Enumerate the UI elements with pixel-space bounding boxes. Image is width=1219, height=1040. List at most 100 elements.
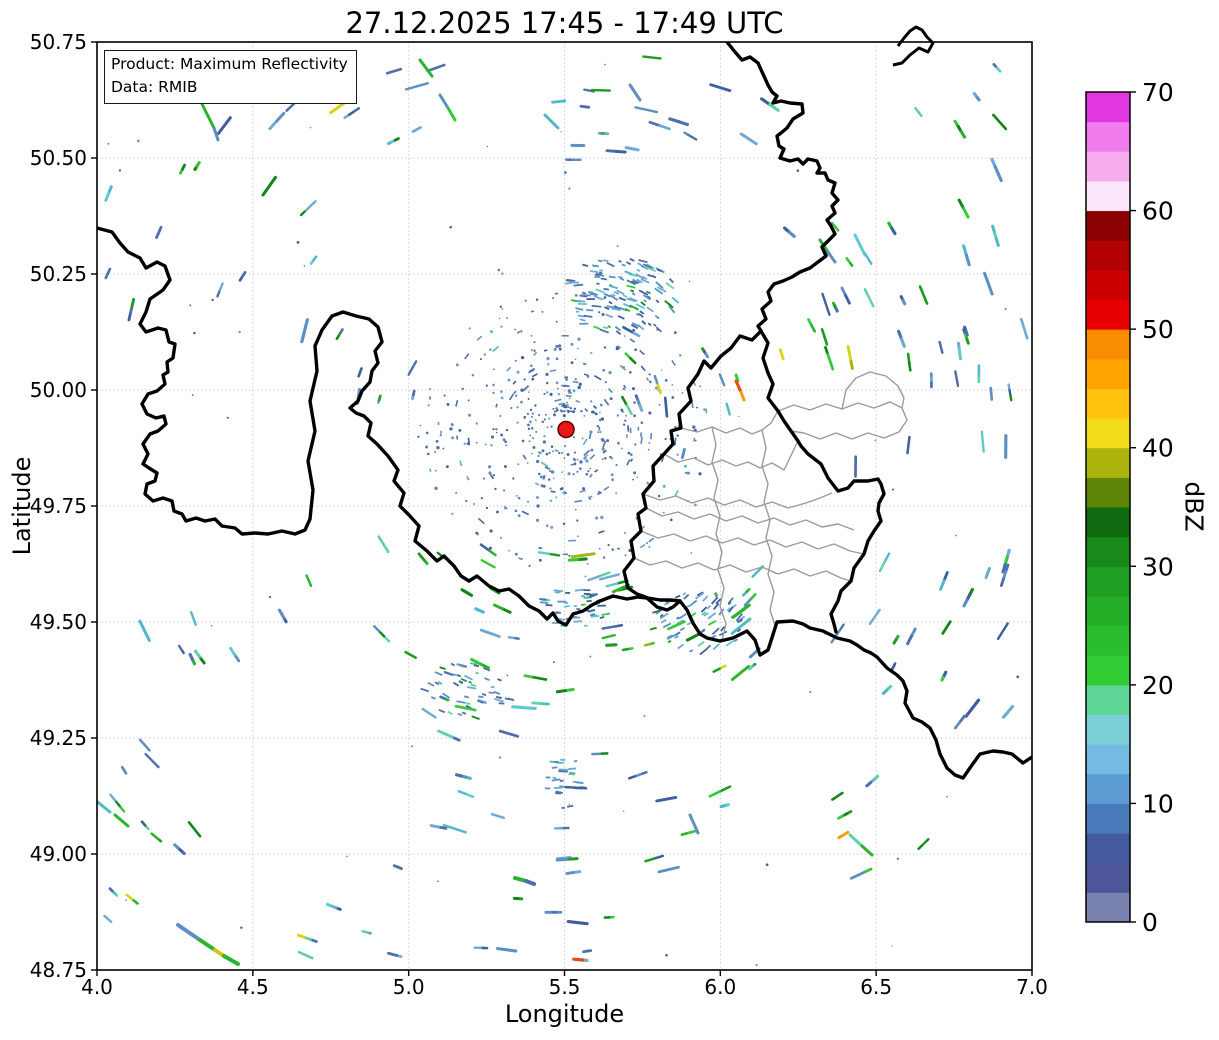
echo-streak: [496, 947, 518, 953]
speck: [665, 953, 668, 957]
echo-streak: [964, 329, 969, 337]
clutter-dot: [451, 436, 455, 440]
clutter-dot: [584, 575, 587, 578]
clutter-dash: [639, 543, 646, 549]
clutter-dot: [417, 435, 420, 438]
colorbar-tick-label: 40: [1142, 434, 1174, 463]
clutter-dot: [507, 378, 511, 382]
clutter-dot: [504, 465, 507, 468]
clutter-dash: [534, 482, 540, 486]
echo-streak: [980, 430, 984, 443]
colorbar-tick-label: 60: [1142, 197, 1174, 226]
clutter-dot: [574, 508, 577, 511]
echo-streak: [480, 559, 496, 569]
clutter-dot: [485, 384, 488, 387]
patch-dash: [640, 301, 646, 307]
clutter-dot: [458, 428, 462, 432]
clutter-dot: [521, 439, 525, 443]
speck: [796, 169, 800, 172]
clutter-dash: [466, 476, 470, 481]
clutter-dot: [541, 420, 545, 424]
clutter-dot: [622, 387, 626, 391]
clutter-dash: [506, 366, 512, 372]
echo-streak: [981, 440, 985, 453]
clutter-dot: [534, 404, 537, 407]
clutter-dot: [606, 439, 610, 443]
patch-dash: [674, 594, 681, 599]
colorbar-band: [1086, 892, 1130, 923]
clutter-dot: [425, 446, 428, 449]
clutter-dot: [671, 396, 675, 399]
clutter-dot: [604, 380, 608, 384]
echo-streak: [917, 110, 923, 118]
echo-streak: [173, 843, 180, 850]
clutter-dot: [493, 368, 495, 371]
clutter-dot: [492, 391, 495, 395]
echo-streak: [437, 729, 447, 736]
echo-streak: [218, 282, 224, 292]
echo-streak: [677, 120, 689, 127]
echo-streak: [187, 821, 202, 838]
clutter-dot: [500, 433, 503, 437]
clutter-dot: [528, 440, 531, 443]
echo-streak: [130, 297, 136, 308]
x-tick-label: 5.0: [393, 975, 425, 999]
clutter-dot: [502, 438, 506, 442]
clutter-dot: [617, 441, 620, 445]
clutter-dot: [694, 439, 697, 442]
echo-streak: [648, 120, 661, 127]
patch-dash: [702, 595, 709, 602]
clutter-dot: [564, 491, 567, 495]
clutter-dot: [529, 364, 533, 368]
clutter-dash: [575, 399, 581, 404]
clutter-dot: [553, 477, 555, 480]
echo-streak: [964, 253, 971, 267]
clutter-dot: [603, 346, 607, 349]
country-border-fr_lu_de_south: [678, 599, 1032, 780]
patch-dash: [597, 604, 607, 607]
patch-dash: [497, 678, 502, 682]
colorbar-band: [1086, 625, 1130, 656]
patch-dash: [583, 314, 593, 318]
patch-dash: [576, 299, 586, 303]
clutter-dot: [545, 452, 549, 456]
echo-streak: [377, 535, 385, 546]
clutter-dot: [684, 471, 687, 474]
clutter-dot: [534, 351, 537, 354]
colorbar-band: [1086, 151, 1130, 182]
clutter-dot: [501, 307, 504, 310]
echo-streak: [479, 628, 501, 638]
clutter-dot: [617, 547, 620, 550]
clutter-dash: [508, 393, 515, 401]
echo-streak: [108, 887, 114, 893]
colorbar-band: [1086, 121, 1130, 152]
patch-dash: [606, 261, 615, 268]
echo-streak: [415, 82, 429, 88]
clutter-dot: [574, 358, 577, 361]
clutter-dot: [578, 467, 582, 471]
clutter-dot: [604, 449, 607, 452]
echo-streak: [768, 102, 780, 112]
speck: [560, 131, 562, 133]
speck: [498, 756, 501, 759]
echo-streak: [823, 335, 829, 346]
echo-streak: [277, 608, 284, 616]
patch-dash: [655, 281, 663, 289]
clutter-dot: [523, 378, 526, 381]
clutter-dot: [496, 510, 499, 514]
echo-streak: [325, 902, 334, 908]
patch-dash: [733, 638, 738, 643]
patch-dash: [683, 593, 690, 600]
clutter-dot: [694, 503, 697, 507]
clutter-dot: [625, 414, 628, 417]
clutter-dot: [559, 488, 563, 491]
clutter-dot: [499, 415, 502, 418]
clutter-dash: [544, 466, 551, 470]
echo-feature: [628, 83, 642, 102]
patch-dash: [647, 273, 653, 278]
clutter-dash: [455, 399, 459, 407]
speck: [765, 863, 769, 867]
patch-dash: [604, 306, 610, 311]
echo-streak: [718, 785, 732, 793]
country-border-be_lu_west: [622, 329, 763, 603]
